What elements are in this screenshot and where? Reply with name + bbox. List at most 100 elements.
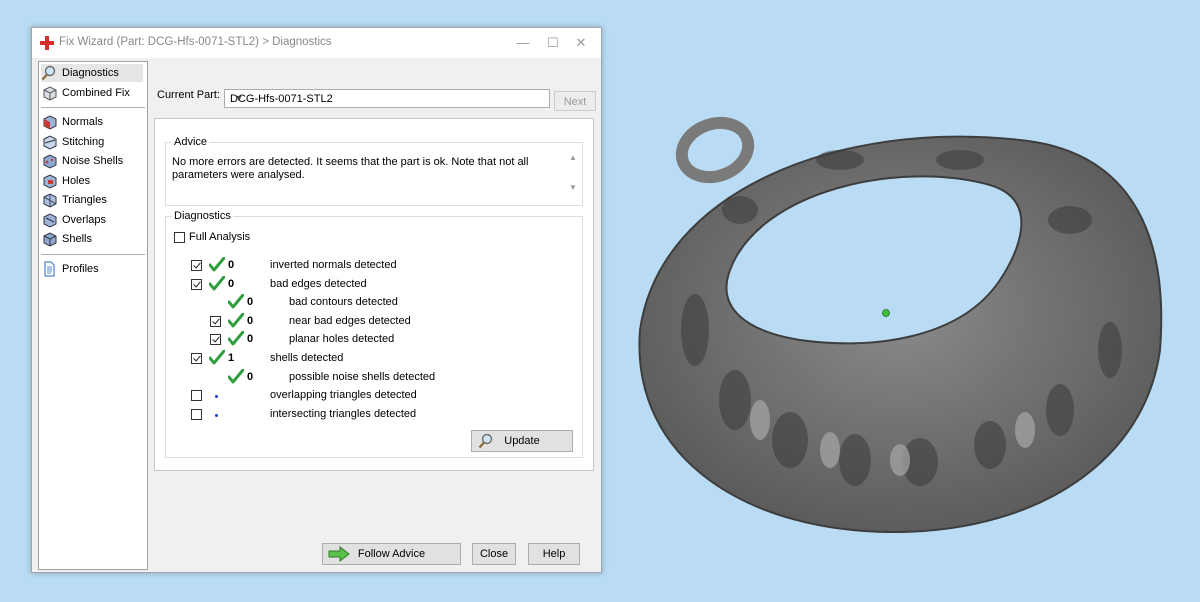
diagnostic-count: 0 xyxy=(228,277,235,290)
diagnostic-checkbox[interactable] xyxy=(191,353,202,364)
update-button[interactable]: Update xyxy=(471,430,573,452)
pendant-3d-model[interactable] xyxy=(600,100,1200,580)
diagnostic-label: bad contours detected xyxy=(289,296,398,309)
nav-item-profiles[interactable]: Profiles xyxy=(41,260,143,278)
nav-item-label: Stitching xyxy=(62,135,105,148)
nav-item-label: Triangles xyxy=(62,194,107,206)
diagnostic-label: inverted normals detected xyxy=(270,259,397,271)
triangles-icon xyxy=(43,193,57,208)
diagnostic-label: overlapping triangles detected xyxy=(270,389,417,402)
red-cross-icon xyxy=(40,36,54,50)
nav-item-label: Noise Shells xyxy=(62,155,124,167)
diagnostic-count: 1 xyxy=(228,352,235,364)
scroll-down-icon[interactable]: ▼ xyxy=(567,183,579,195)
nav-item-shells[interactable]: Shells xyxy=(41,230,143,248)
green-check-icon xyxy=(209,275,225,291)
pivot-point-icon xyxy=(882,309,890,317)
diagnostics-group: Diagnostics Full Analysis 0 inverted norm… xyxy=(165,210,583,458)
fix-wizard-dialog: Fix Wizard (Part: DCG-Hfs-0071-STL2) > D… xyxy=(31,27,602,573)
diagnostic-row: intersecting triangles detected xyxy=(166,407,576,425)
nav-item-label: Holes xyxy=(62,174,91,187)
nav-item-diagnostics[interactable]: Diagnostics xyxy=(41,64,143,82)
nav-item-stitching[interactable]: Stitching xyxy=(41,133,143,151)
diagnostic-row: 0 possible noise shells detected xyxy=(166,368,576,388)
pending-dot-icon xyxy=(215,395,218,399)
nav-item-holes[interactable]: Holes xyxy=(41,172,143,190)
green-check-icon xyxy=(228,312,244,328)
diagnostic-checkbox[interactable] xyxy=(191,408,202,420)
window-title: Fix Wizard (Part: DCG-Hfs-0071-STL2) > D… xyxy=(59,36,332,48)
diagnostic-row: 0 inverted normals detected xyxy=(166,257,576,276)
diagnostic-label: planar holes detected xyxy=(289,333,395,346)
nav-item-label: Diagnostics xyxy=(62,67,119,79)
nav-divider xyxy=(41,253,145,255)
green-check-icon xyxy=(209,257,225,272)
update-label: Update xyxy=(504,435,540,447)
nav-item-noise-shells[interactable]: Noise Shells xyxy=(41,152,143,170)
full-analysis-label: Full Analysis xyxy=(189,231,251,243)
advice-text: No more errors are detected. It seems th… xyxy=(172,156,529,181)
diagnostic-checkbox[interactable] xyxy=(191,278,202,290)
diagnostic-label: possible noise shells detected xyxy=(289,370,436,383)
diagnostic-row: 0 near bad edges detected xyxy=(166,312,576,332)
minimize-icon[interactable]: — xyxy=(508,32,538,54)
full-analysis-checkbox[interactable] xyxy=(174,232,185,243)
magnifier-icon xyxy=(41,65,56,81)
title-bar[interactable]: Fix Wizard (Part: DCG-Hfs-0071-STL2) > D… xyxy=(32,28,601,58)
holes-icon xyxy=(43,173,57,189)
nav-divider xyxy=(41,107,145,108)
diagnostic-count: 0 xyxy=(247,296,254,309)
stitching-icon xyxy=(43,134,57,150)
shells-icon xyxy=(43,232,57,247)
advice-title: Advice xyxy=(172,136,210,148)
nav-item-triangles[interactable]: Triangles xyxy=(41,191,143,209)
chevron-down-icon[interactable]: ▼ xyxy=(230,90,248,107)
green-check-icon xyxy=(228,368,244,384)
nav-item-label: Profiles xyxy=(62,262,99,275)
nav-item-label: Overlaps xyxy=(62,213,107,226)
diagnostic-label: near bad edges detected xyxy=(289,314,411,327)
green-check-icon xyxy=(209,350,225,365)
nav-item-label: Combined Fix xyxy=(62,86,130,99)
nav-item-overlaps[interactable]: Overlaps xyxy=(41,211,143,229)
pending-dot-icon xyxy=(215,413,218,417)
follow-advice-button[interactable]: Follow Advice xyxy=(322,543,461,565)
diagnostic-count: 0 xyxy=(247,333,254,346)
help-label: Help xyxy=(542,548,566,560)
diagnostics-panel: Advice No more errors are detected. It s… xyxy=(154,118,594,471)
diagnostic-label: bad edges detected xyxy=(270,277,367,290)
diagnostic-count: 0 xyxy=(247,370,254,383)
cube-icon xyxy=(43,85,57,101)
dialog-client: Diagnostics Combined Fix Normals Stitching N… xyxy=(32,58,601,572)
follow-advice-label: Follow Advice xyxy=(357,548,426,560)
next-button[interactable]: Next xyxy=(554,91,596,111)
close-icon[interactable]: ✕ xyxy=(566,32,596,54)
green-check-icon xyxy=(228,331,244,346)
diagnostic-count: 0 xyxy=(228,259,235,271)
current-part-dropdown[interactable]: DCG-Hfs-0071-STL2 ▼ xyxy=(224,89,550,108)
scroll-up-icon[interactable]: ▲ xyxy=(567,153,579,165)
diagnostic-row: 1 shells detected xyxy=(166,350,576,369)
green-check-icon xyxy=(228,294,244,309)
nav-item-normals[interactable]: Normals xyxy=(41,113,143,131)
noise-shells-icon xyxy=(43,154,57,169)
diagnostic-checkbox[interactable] xyxy=(191,390,202,402)
diagnostic-count: 0 xyxy=(247,314,254,327)
close-label: Close xyxy=(479,548,509,560)
nav-item-combined-fix[interactable]: Combined Fix xyxy=(41,84,143,102)
close-button[interactable]: Close xyxy=(472,543,516,565)
diagnostic-checkbox[interactable] xyxy=(191,260,202,271)
diagnostic-checkbox[interactable] xyxy=(210,315,221,327)
nav-item-label: Normals xyxy=(62,116,103,128)
normals-icon xyxy=(43,115,57,130)
help-button[interactable]: Help xyxy=(528,543,580,565)
diagnostic-row: 0 bad contours detected xyxy=(166,294,576,313)
wizard-nav: Diagnostics Combined Fix Normals Stitching N… xyxy=(38,61,148,570)
overlaps-icon xyxy=(43,212,57,228)
diagnostic-checkbox[interactable] xyxy=(210,334,221,346)
maximize-icon[interactable]: ☐ xyxy=(538,32,568,54)
document-icon xyxy=(44,261,55,276)
diagnostic-row: 0 bad edges detected xyxy=(166,275,576,295)
advice-group: Advice No more errors are detected. It s… xyxy=(165,136,583,206)
nav-item-label: Shells xyxy=(62,233,92,245)
